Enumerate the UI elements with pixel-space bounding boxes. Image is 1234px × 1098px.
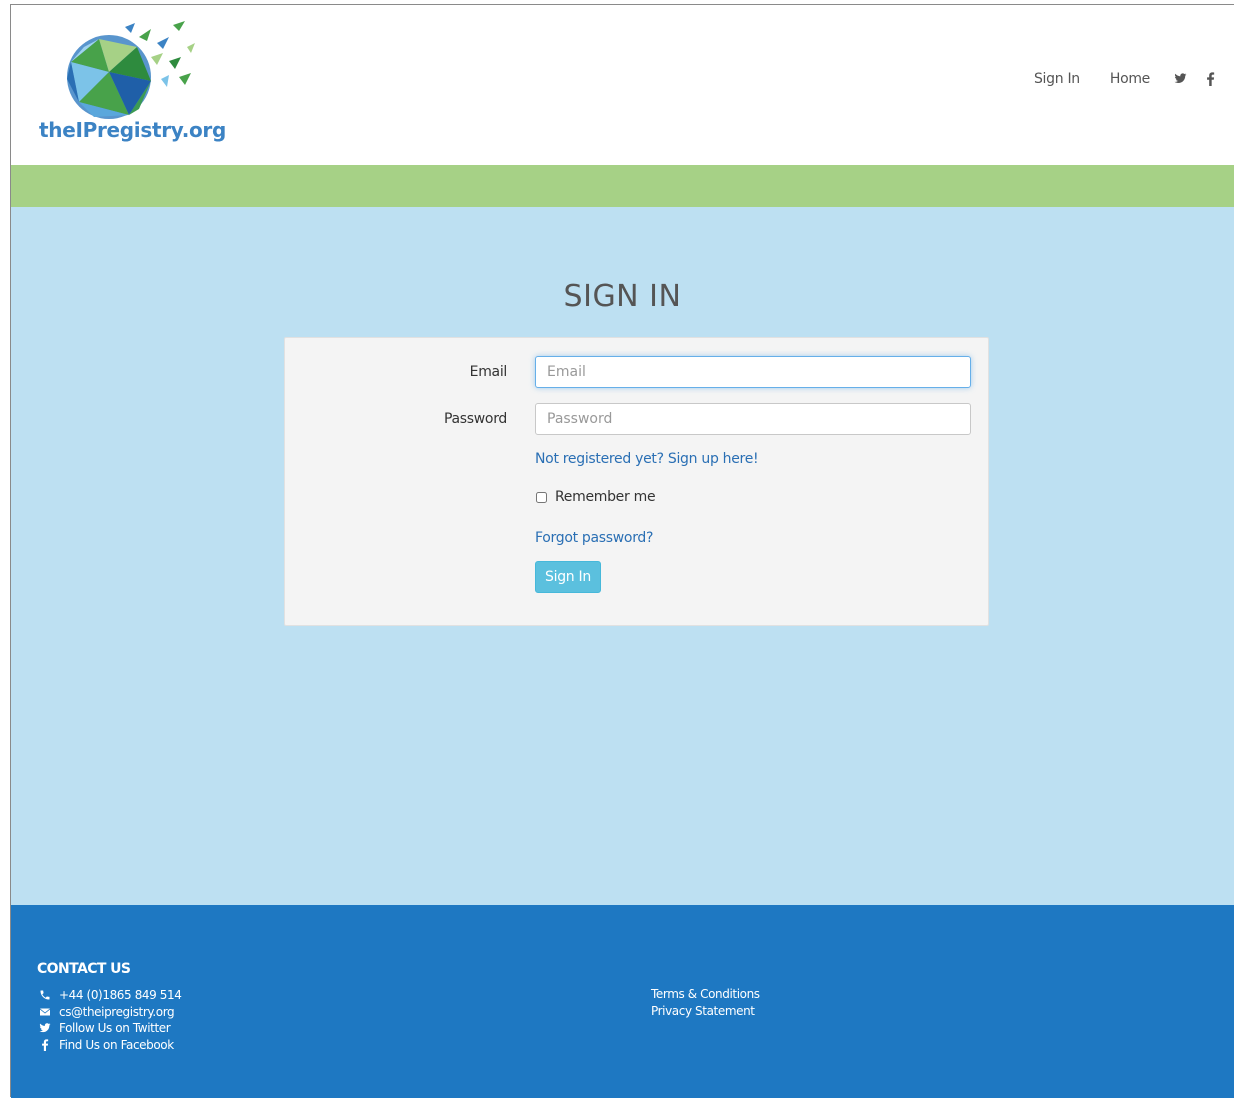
site-header: theIPregistry.org Sign In Home [11, 5, 1234, 165]
site-footer: CONTACT US +44 (0)1865 849 514 cs@theipr… [11, 905, 1234, 1098]
email-label: Email [469, 364, 508, 380]
green-banner [11, 165, 1234, 207]
contact-email[interactable]: cs@theipregistry.org [39, 1004, 182, 1021]
remember-me-control[interactable]: Remember me [535, 489, 656, 505]
password-label: Password [444, 411, 507, 427]
remember-me-checkbox[interactable] [536, 491, 547, 503]
terms-link[interactable]: Terms & Conditions [651, 987, 760, 1001]
main-content: SIGN IN Email Password Not registered ye… [11, 207, 1234, 905]
sign-up-link[interactable]: Not registered yet? Sign up here! [535, 451, 759, 467]
contact-title: CONTACT US [37, 961, 131, 977]
page: theIPregistry.org Sign In Home SIGN IN E… [10, 4, 1234, 1098]
remember-me-label: Remember me [555, 489, 656, 505]
sign-in-button[interactable]: Sign In [535, 561, 601, 593]
page-title: SIGN IN [563, 279, 682, 315]
contact-facebook-text: Find Us on Facebook [59, 1037, 174, 1052]
contact-twitter[interactable]: Follow Us on Twitter [39, 1020, 182, 1037]
top-nav: Sign In Home [1004, 71, 1220, 87]
contact-phone: +44 (0)1865 849 514 [39, 987, 182, 1004]
envelope-icon [39, 1006, 51, 1018]
contact-twitter-text: Follow Us on Twitter [59, 1021, 171, 1036]
footer-links: Terms & Conditions Privacy Statement [651, 987, 760, 1020]
phone-icon [39, 989, 51, 1001]
brand-name: theIPregistry.org [39, 118, 227, 142]
privacy-link[interactable]: Privacy Statement [651, 1004, 755, 1018]
password-field[interactable] [535, 403, 971, 435]
email-field[interactable] [535, 356, 971, 388]
twitter-icon [39, 1022, 51, 1034]
sign-in-form: Email Password Not registered yet? Sign … [284, 337, 989, 626]
nav-sign-in[interactable]: Sign In [1034, 71, 1080, 87]
contact-email-text: cs@theipregistry.org [59, 1004, 175, 1019]
nav-home[interactable]: Home [1110, 71, 1150, 87]
contact-list: +44 (0)1865 849 514 cs@theipregistry.org… [39, 987, 182, 1053]
twitter-icon[interactable] [1174, 72, 1188, 86]
facebook-icon [39, 1039, 51, 1051]
contact-phone-text: +44 (0)1865 849 514 [59, 988, 182, 1003]
forgot-password-link[interactable]: Forgot password? [535, 530, 653, 546]
facebook-icon[interactable] [1206, 72, 1220, 86]
contact-facebook[interactable]: Find Us on Facebook [39, 1037, 182, 1054]
